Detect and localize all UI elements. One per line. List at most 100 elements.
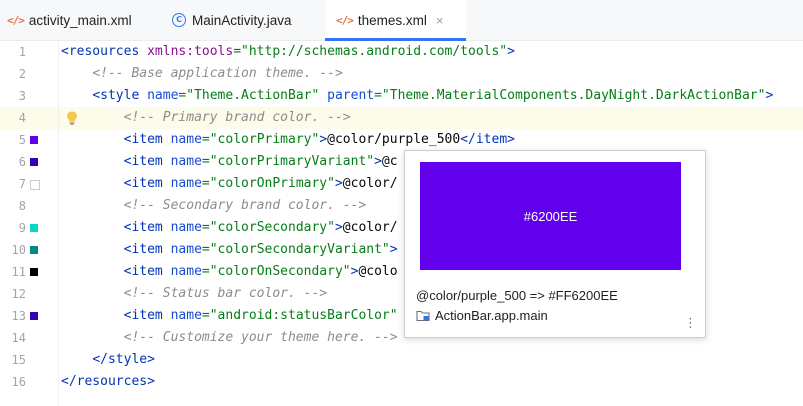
xml-tag-close: > bbox=[389, 242, 398, 257]
xml-comment: <!-- Base application theme. --> bbox=[92, 66, 343, 81]
line-number: 2 bbox=[18, 67, 26, 81]
xml-text: @colo bbox=[358, 264, 398, 279]
java-class-icon: C bbox=[172, 13, 186, 27]
color-preview-popup: #6200EE @color/purple_500 => #FF6200EE A… bbox=[404, 150, 706, 338]
xml-text: @color/ bbox=[342, 220, 398, 235]
tab-label: MainActivity.java bbox=[192, 12, 292, 28]
xml-tag-close: > bbox=[334, 176, 343, 191]
xml-attribute: name bbox=[162, 242, 202, 257]
line-number: 14 bbox=[11, 331, 26, 345]
xml-tag: <item bbox=[123, 242, 163, 257]
xml-comment: <!-- Primary brand color. --> bbox=[123, 110, 351, 125]
xml-comment: <!-- Status bar color. --> bbox=[123, 286, 328, 301]
xml-tag: <item bbox=[123, 154, 163, 169]
code-line-item[interactable]: <item name="colorPrimaryVariant">@c bbox=[61, 151, 398, 173]
code-line-item[interactable]: <item name="colorSecondaryVariant"> bbox=[61, 239, 398, 261]
code-line-comment[interactable]: <!-- Secondary brand color. --> bbox=[61, 195, 367, 217]
tab-label: themes.xml bbox=[357, 12, 427, 28]
xml-tag-close: > bbox=[507, 44, 515, 59]
line-number: 11 bbox=[11, 265, 26, 279]
color-source[interactable]: ActionBar.app.main bbox=[416, 308, 548, 323]
color-preview-swatch: #6200EE bbox=[420, 162, 681, 270]
xml-tag-close: > bbox=[374, 154, 382, 169]
xml-tag: <item bbox=[123, 308, 163, 323]
code-line-style-close[interactable]: </style> bbox=[61, 349, 155, 371]
code-line-resources-open[interactable]: <resources xmlns:tools="http://schemas.a… bbox=[61, 41, 515, 63]
xml-comment: <!-- Secondary brand color. --> bbox=[123, 198, 367, 213]
color-swatch-icon[interactable] bbox=[30, 268, 38, 276]
code-line-comment[interactable]: <!-- Primary brand color. --> bbox=[61, 107, 351, 129]
color-swatch-icon[interactable] bbox=[30, 136, 38, 144]
color-swatch-icon[interactable] bbox=[30, 158, 38, 166]
xml-tag-close: > bbox=[319, 132, 328, 147]
line-number: 4 bbox=[18, 111, 26, 125]
more-options-icon[interactable]: ⋮ bbox=[684, 316, 697, 331]
xml-tag: <item bbox=[123, 264, 163, 279]
xml-tag: <item bbox=[123, 220, 163, 235]
xml-attribute: name bbox=[162, 176, 202, 191]
xml-value: ="colorPrimaryVariant" bbox=[201, 154, 375, 169]
xml-tag: </resources> bbox=[61, 374, 155, 389]
xml-tag: </style> bbox=[92, 352, 155, 367]
xml-equals: = bbox=[233, 44, 242, 59]
line-number: 1 bbox=[18, 45, 26, 59]
gutter-separator bbox=[58, 41, 59, 406]
line-number: 3 bbox=[18, 89, 26, 103]
code-line-item[interactable]: <item name="colorPrimary">@color/purple_… bbox=[61, 129, 515, 151]
xml-attribute: name bbox=[139, 88, 179, 103]
xml-tag: <style bbox=[92, 88, 140, 103]
editor-tab-bar: </> activity_main.xml C MainActivity.jav… bbox=[0, 0, 803, 41]
code-line-resources-close[interactable]: </resources> bbox=[61, 371, 155, 393]
color-swatch-icon[interactable] bbox=[30, 246, 38, 254]
color-swatch-icon[interactable] bbox=[30, 180, 40, 190]
xml-value: ="colorOnPrimary" bbox=[201, 176, 335, 191]
code-line-item[interactable]: <item name="android:statusBarColor" bbox=[61, 305, 398, 327]
line-number: 12 bbox=[11, 287, 26, 301]
xml-tag: <item bbox=[123, 176, 163, 191]
code-line-item[interactable]: <item name="colorOnSecondary">@colo bbox=[61, 261, 398, 283]
tab-activity-main-xml[interactable]: </> activity_main.xml bbox=[0, 0, 165, 40]
source-module-label: ActionBar.app.main bbox=[435, 308, 548, 323]
module-folder-icon bbox=[416, 310, 430, 322]
code-line-comment[interactable]: <!-- Customize your theme here. --> bbox=[61, 327, 398, 349]
line-number: 16 bbox=[11, 375, 26, 389]
xml-comment: <!-- Customize your theme here. --> bbox=[123, 330, 398, 345]
xml-value: ="colorSecondaryVariant" bbox=[201, 242, 390, 257]
line-number: 7 bbox=[18, 177, 26, 191]
xml-tag: <resources bbox=[61, 44, 140, 59]
color-hex-label: #6200EE bbox=[523, 208, 578, 224]
xml-attribute: name bbox=[162, 132, 202, 147]
xml-value: ="colorPrimary" bbox=[201, 132, 320, 147]
xml-value: ="android:statusBarColor" bbox=[201, 308, 398, 323]
color-swatch-icon[interactable] bbox=[30, 312, 38, 320]
line-number: 5 bbox=[18, 133, 26, 147]
color-resolution-text: @color/purple_500 => #FF6200EE bbox=[416, 288, 618, 303]
xml-value: ="colorSecondary" bbox=[201, 220, 335, 235]
xml-tag-close: > bbox=[765, 88, 774, 103]
xml-tag: </item> bbox=[460, 132, 515, 147]
xml-attribute: name bbox=[162, 308, 202, 323]
code-line-style-open[interactable]: <style name="Theme.ActionBar" parent="Th… bbox=[61, 85, 773, 107]
line-number: 8 bbox=[18, 199, 26, 213]
color-swatch-icon[interactable] bbox=[30, 224, 38, 232]
xml-attribute: name bbox=[162, 264, 202, 279]
xml-value: "http://schemas.android.com/tools" bbox=[241, 44, 508, 59]
code-line-item[interactable]: <item name="colorSecondary">@color/ bbox=[61, 217, 398, 239]
xml-attribute: xmlns:tools bbox=[139, 44, 234, 59]
xml-text: @color/purple_500 bbox=[327, 132, 461, 147]
xml-value: ="colorOnSecondary" bbox=[201, 264, 351, 279]
close-tab-icon[interactable]: × bbox=[436, 13, 444, 28]
xml-value: ="Theme.ActionBar" bbox=[178, 88, 320, 103]
xml-value: ="Theme.MaterialComponents.DayNight.Dark… bbox=[374, 88, 766, 103]
tab-main-activity-java[interactable]: C MainActivity.java bbox=[170, 0, 322, 40]
xml-text: @c bbox=[381, 154, 398, 169]
tab-themes-xml[interactable]: </> themes.xml × bbox=[325, 0, 466, 41]
xml-attribute: name bbox=[162, 220, 202, 235]
code-line-comment[interactable]: <!-- Base application theme. --> bbox=[61, 63, 343, 85]
xml-text: @color/ bbox=[342, 176, 398, 191]
line-number: 6 bbox=[18, 155, 26, 169]
code-line-comment[interactable]: <!-- Status bar color. --> bbox=[61, 283, 328, 305]
code-line-item[interactable]: <item name="colorOnPrimary">@color/ bbox=[61, 173, 398, 195]
line-number: 10 bbox=[11, 243, 26, 257]
xml-attribute: name bbox=[162, 154, 202, 169]
